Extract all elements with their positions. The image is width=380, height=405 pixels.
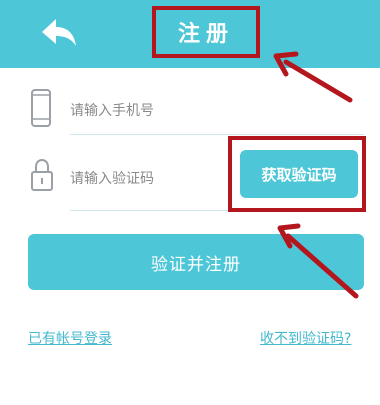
no-code-link[interactable]: 收不到验证码? xyxy=(260,328,351,348)
phone-input[interactable] xyxy=(70,100,220,122)
verification-code-input[interactable] xyxy=(70,168,220,190)
header-bar: 注册 xyxy=(0,0,380,68)
back-arrow-icon xyxy=(42,19,76,46)
phone-row xyxy=(0,82,380,136)
phone-divider xyxy=(70,134,364,135)
page-title: 注册 xyxy=(152,6,260,58)
verify-register-button[interactable]: 验证并注册 xyxy=(28,234,364,290)
code-divider xyxy=(70,210,238,211)
register-page: 注册 获取验证码 验证并注册 已有帐号登录 收不到验证码? xyxy=(0,0,380,405)
login-link[interactable]: 已有帐号登录 xyxy=(28,328,112,348)
lock-icon xyxy=(30,158,54,196)
phone-icon xyxy=(30,88,52,132)
get-code-button[interactable]: 获取验证码 xyxy=(240,150,358,198)
back-button[interactable] xyxy=(38,14,80,54)
